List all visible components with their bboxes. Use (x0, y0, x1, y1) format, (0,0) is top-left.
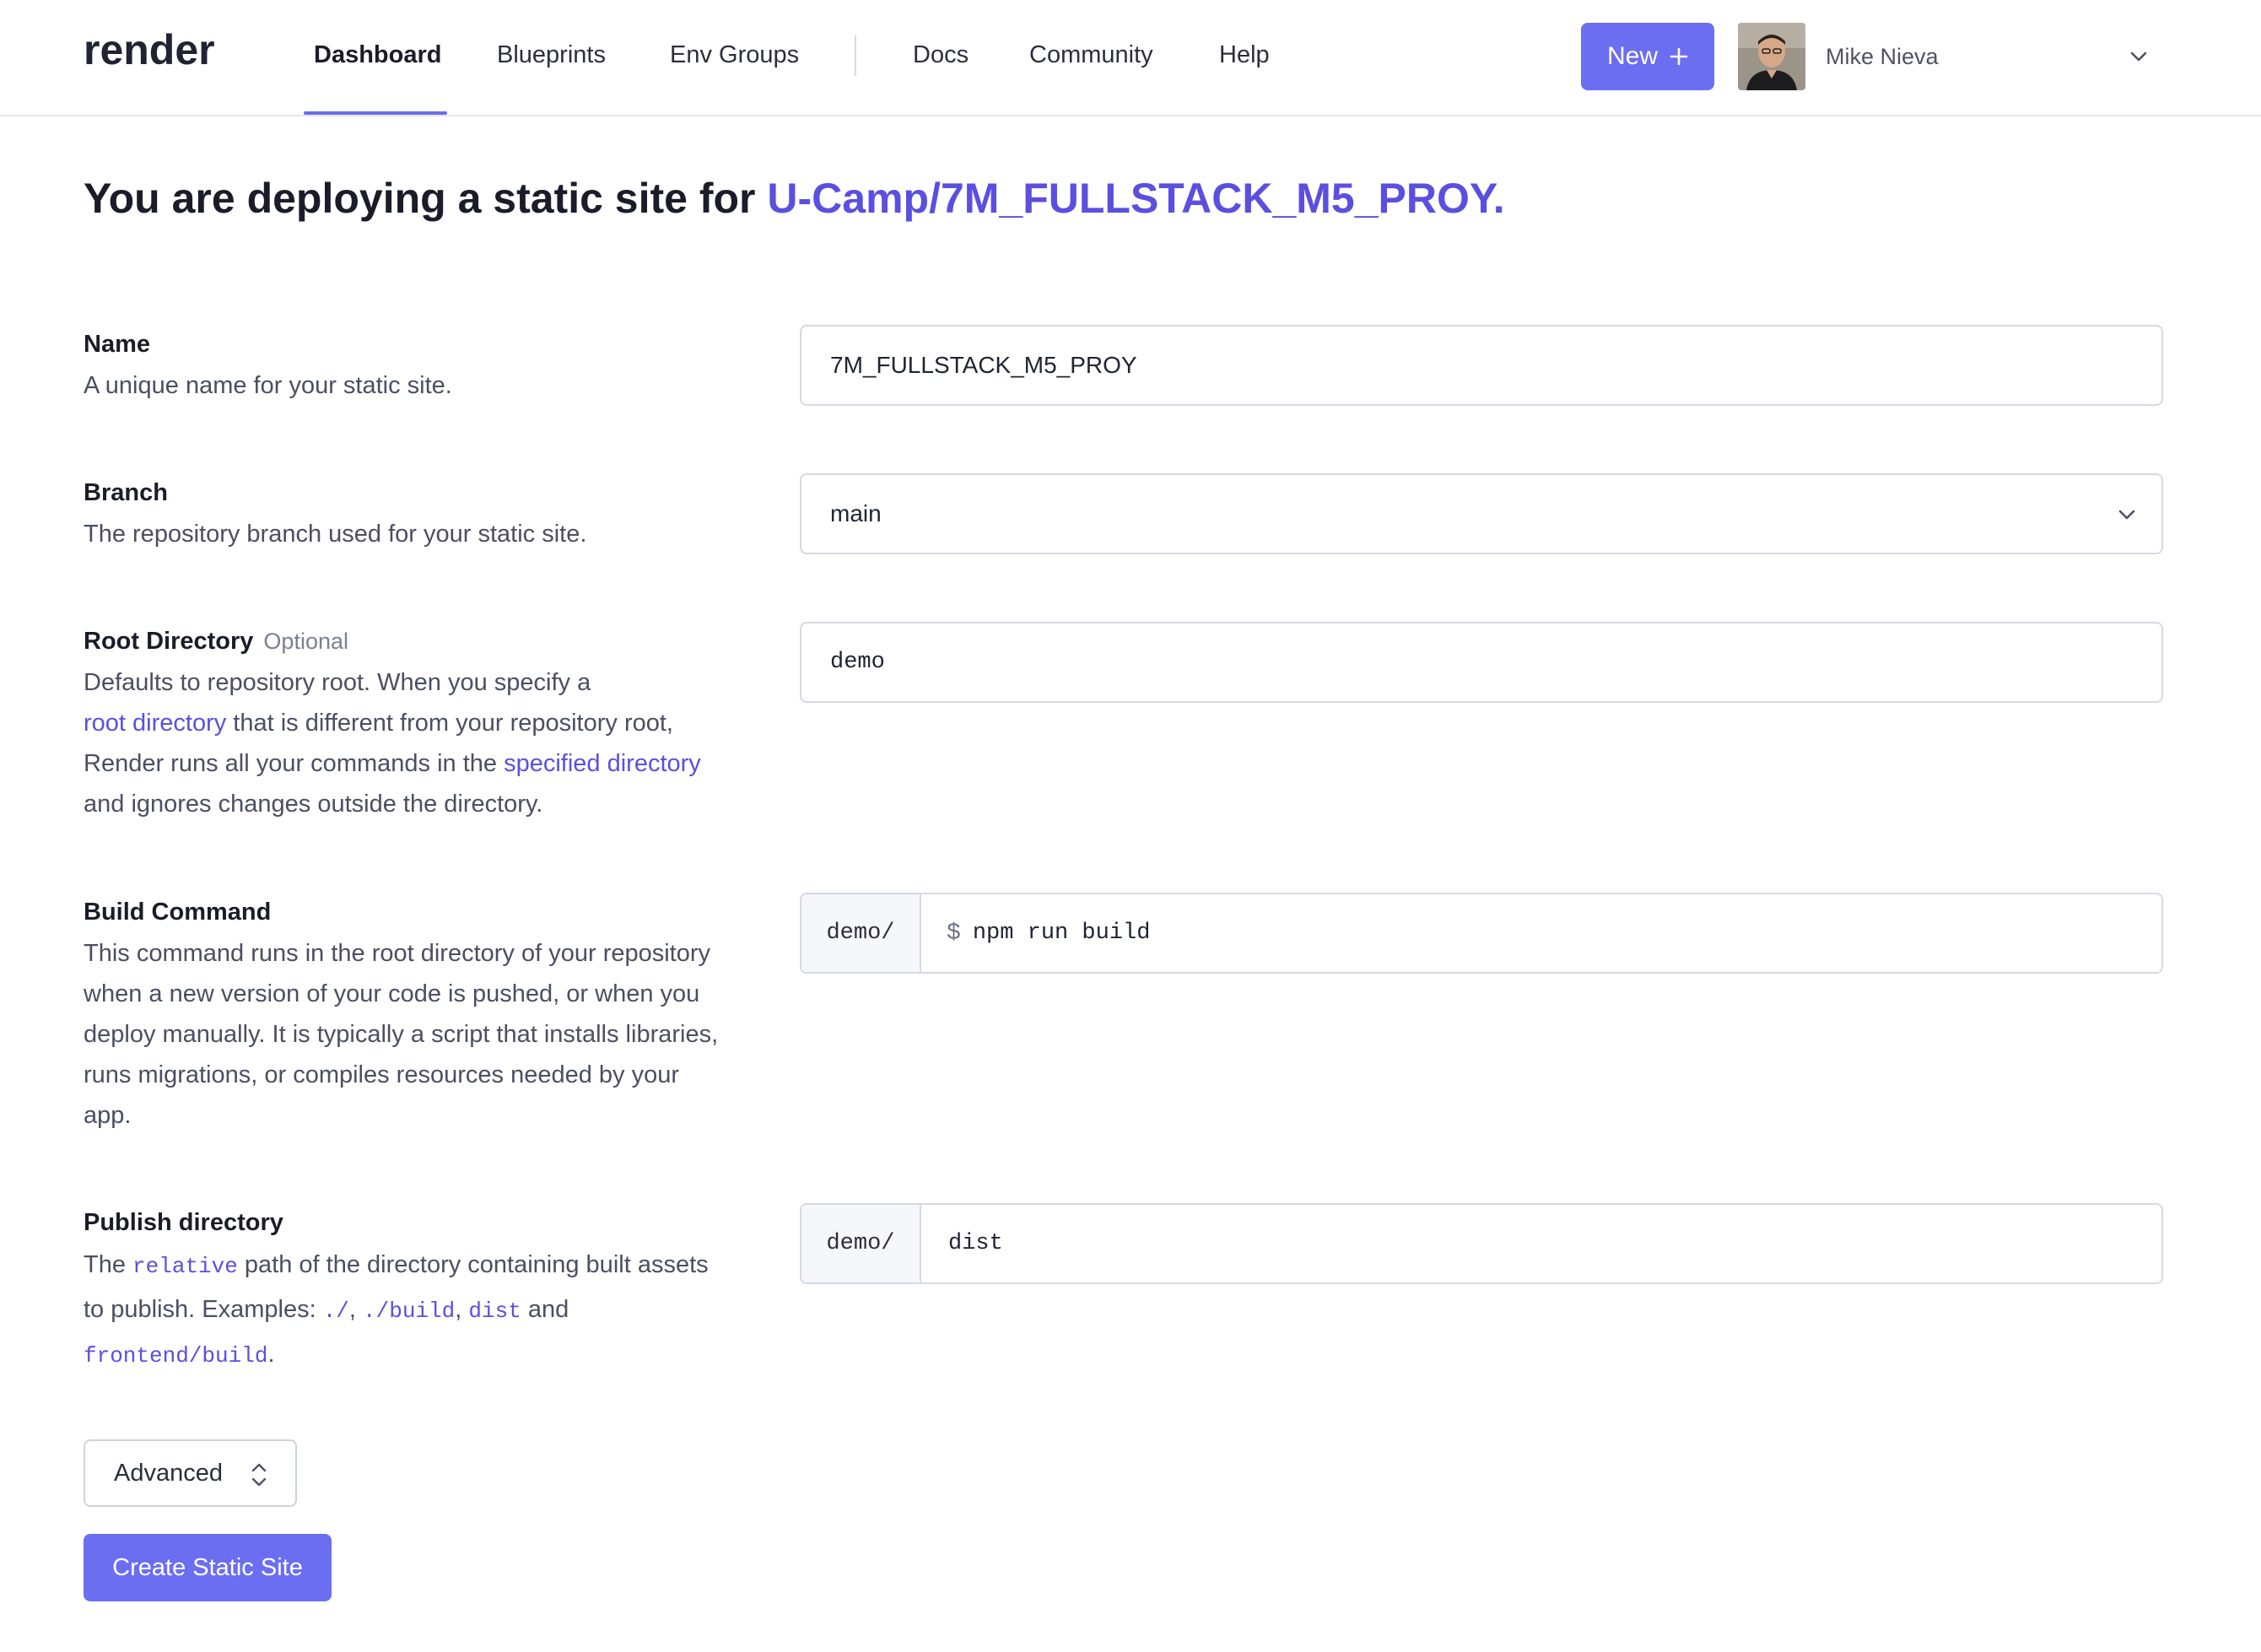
root-directory-input[interactable]: demo (800, 622, 2163, 703)
publish-directory-input[interactable]: demo/ dist (800, 1203, 2163, 1284)
nav-docs[interactable]: Docs (913, 41, 969, 69)
nav-community[interactable]: Community (1029, 41, 1153, 69)
render-logo[interactable]: render (84, 25, 215, 74)
separator: and (521, 1296, 569, 1323)
branch-select[interactable]: main (800, 473, 2163, 554)
publish-desc-text: The (84, 1251, 133, 1278)
repo-link[interactable]: U-Camp/7M_FULLSTACK_M5_PROY. (767, 175, 1504, 222)
nav-divider (855, 35, 856, 76)
build-command-description: This command runs in the root directory … (84, 940, 719, 1129)
root-directory-link[interactable]: root directory (84, 710, 226, 737)
user-name[interactable]: Mike Nieva (1826, 44, 1939, 70)
build-command-value: npm run build (972, 920, 1151, 946)
build-command-input[interactable]: demo/ $ npm run build (800, 893, 2163, 974)
separator: , (348, 1296, 364, 1323)
publish-directory-label: Publish directory (84, 1209, 283, 1236)
new-button-label: New (1606, 42, 1658, 70)
advanced-button-label: Advanced (114, 1459, 223, 1487)
code-example: frontend/build (84, 1343, 268, 1369)
avatar[interactable] (1738, 23, 1805, 90)
root-directory-label: Root Directory Optional (84, 628, 348, 656)
branch-select-value: main (830, 500, 882, 526)
top-nav: render Dashboard Blueprints Env Groups D… (0, 0, 2261, 116)
code-example: ./ (322, 1298, 349, 1324)
root-directory-description: Defaults to repository root. When you sp… (84, 662, 733, 824)
dollar-sign: $ (947, 920, 961, 947)
create-static-site-button[interactable]: Create Static Site (84, 1534, 332, 1601)
name-input[interactable]: 7M_FULLSTACK_M5_PROY (800, 325, 2163, 406)
root-directory-value: demo (830, 650, 885, 675)
new-button[interactable]: New (1581, 23, 1714, 90)
name-input-value: 7M_FULLSTACK_M5_PROY (830, 352, 1137, 378)
chevron-down-icon[interactable] (2126, 44, 2151, 69)
branch-description: The repository branch used for your stat… (84, 521, 587, 548)
branch-label: Branch (84, 479, 168, 506)
nav-env-groups[interactable]: Env Groups (670, 41, 799, 69)
root-directory-label-text: Root Directory (84, 628, 254, 655)
root-directory-desc-text: and ignores changes outside the director… (84, 791, 543, 818)
page-title: You are deploying a static site for U-Ca… (84, 174, 1505, 223)
separator: , (455, 1296, 469, 1323)
advanced-button[interactable]: Advanced (84, 1439, 297, 1507)
nav-help[interactable]: Help (1219, 41, 1270, 69)
specified-directory-link[interactable]: specified directory (504, 750, 701, 777)
code-relative: relative (132, 1254, 238, 1279)
name-description: A unique name for your static site. (84, 372, 452, 399)
chevron-up-down-icon (251, 1463, 267, 1487)
build-command-prefix: demo/ (801, 894, 921, 972)
build-command-label: Build Command (84, 899, 272, 926)
plus-icon (1670, 47, 1688, 66)
nav-dashboard[interactable]: Dashboard (314, 41, 441, 69)
publish-directory-description: The relative path of the directory conta… (84, 1244, 733, 1378)
optional-tag: Optional (263, 629, 348, 654)
period: . (267, 1341, 275, 1368)
chevron-down-icon (2118, 510, 2135, 520)
code-example: ./build (363, 1298, 456, 1324)
root-directory-desc-text: Defaults to repository root. When you sp… (84, 669, 591, 696)
name-label: Name (84, 331, 150, 358)
nav-blueprints[interactable]: Blueprints (497, 41, 606, 69)
active-tab-indicator (304, 111, 447, 115)
publish-directory-value: dist (948, 1231, 1003, 1256)
publish-directory-prefix: demo/ (801, 1205, 921, 1282)
page-title-text: You are deploying a static site for (84, 175, 768, 222)
code-example: dist (468, 1298, 521, 1324)
